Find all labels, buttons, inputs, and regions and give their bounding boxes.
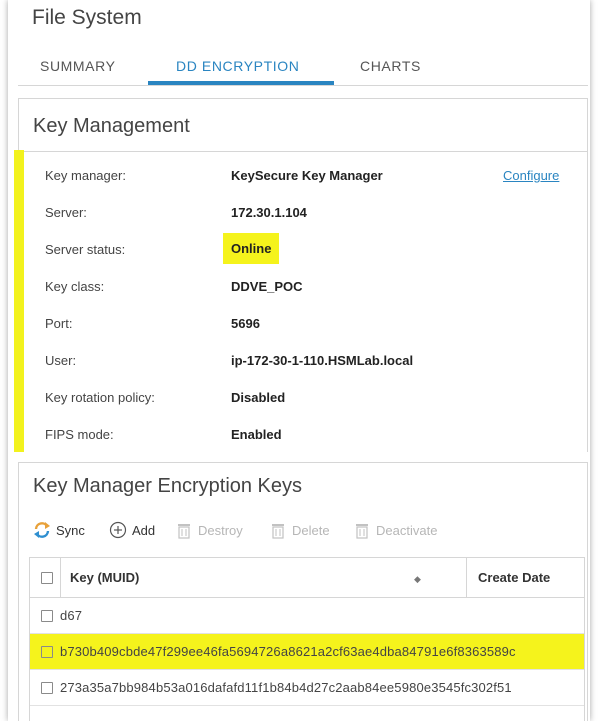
section-divider: [19, 151, 587, 152]
server-label: Server:: [45, 205, 87, 220]
add-button[interactable]: Add: [109, 519, 155, 541]
column-header-key[interactable]: Key (MUID): [70, 570, 139, 585]
deactivate-button[interactable]: Deactivate: [353, 519, 437, 541]
destroy-button[interactable]: Destroy: [175, 519, 243, 541]
active-tab-indicator: [148, 81, 334, 85]
column-header-create-date[interactable]: Create Date: [478, 570, 550, 585]
delete-button[interactable]: Delete: [269, 519, 330, 541]
key-manager-value: KeySecure Key Manager: [231, 168, 383, 183]
key-management-title: Key Management: [33, 115, 190, 137]
port-label: Port:: [45, 316, 73, 331]
user-value: ip-172-30-1-110.HSMLab.local: [231, 353, 414, 368]
add-icon: [109, 521, 127, 539]
key-manager-label: Key manager:: [45, 168, 126, 183]
column-separator: [466, 558, 467, 598]
highlight-marker: [14, 150, 24, 452]
table-row[interactable]: d67: [30, 598, 584, 634]
table-row[interactable]: 273a35a7bb984b53a016dafafd11f1b84b4d27c2…: [30, 670, 584, 706]
key-muid-cell: d67: [60, 608, 83, 623]
kv-row-key-rotation-policy: Key rotation policy: Disabled: [45, 387, 590, 409]
keys-table: Key (MUID) ◆ Create Date d67 b730b409cbd…: [29, 557, 585, 721]
kv-row-server-status: Server status: Online: [45, 233, 590, 264]
fips-mode-label: FIPS mode:: [45, 427, 114, 442]
delete-label: Delete: [292, 522, 330, 538]
tab-dd-encryption[interactable]: DD ENCRYPTION: [176, 58, 299, 74]
kv-row-server: Server: 172.30.1.104: [45, 202, 590, 224]
page-title: File System: [32, 6, 142, 29]
kv-row-port: Port: 5696: [45, 313, 590, 335]
user-label: User:: [45, 353, 77, 368]
trash-icon: [353, 521, 371, 539]
deactivate-label: Deactivate: [376, 522, 438, 538]
key-rotation-policy-value: Disabled: [231, 390, 286, 405]
kv-row-key-class: Key class: DDVE_POC: [45, 276, 590, 298]
port-value: 5696: [231, 316, 260, 331]
column-separator: [60, 558, 61, 598]
key-rotation-policy-label: Key rotation policy:: [45, 390, 155, 405]
key-management-section: Key Management Key manager: KeySecure Ke…: [18, 98, 588, 452]
sync-label: Sync: [56, 522, 85, 538]
configure-link[interactable]: Configure: [503, 168, 559, 183]
key-muid-cell: 273a35a7bb984b53a016dafafd11f1b84b4d27c2…: [60, 680, 512, 695]
row-checkbox[interactable]: [41, 682, 53, 694]
destroy-label: Destroy: [198, 522, 243, 538]
tab-summary[interactable]: SUMMARY: [40, 58, 116, 74]
server-value: 172.30.1.104: [231, 205, 307, 220]
sync-icon: [33, 521, 51, 539]
server-status-value: Online: [223, 233, 280, 264]
sort-icon[interactable]: ◆: [414, 574, 421, 585]
add-label: Add: [132, 522, 156, 538]
key-class-value: DDVE_POC: [231, 279, 303, 294]
kv-row-user: User: ip-172-30-1-110.HSMLab.local: [45, 350, 590, 372]
table-row-highlighted[interactable]: b730b409cbde47f299ee46fa5694726a8621a2cf…: [30, 634, 584, 670]
file-system-panel: File System SUMMARY DD ENCRYPTION CHARTS…: [8, 0, 590, 721]
kv-row-key-manager: Key manager: KeySecure Key Manager Confi…: [45, 165, 590, 187]
row-checkbox[interactable]: [41, 610, 53, 622]
select-all-checkbox[interactable]: [41, 572, 53, 584]
tab-charts[interactable]: CHARTS: [360, 58, 421, 74]
key-muid-cell: b730b409cbde47f299ee46fa5694726a8621a2cf…: [60, 644, 516, 659]
trash-icon: [175, 521, 193, 539]
fips-mode-value: Enabled: [231, 427, 282, 442]
encryption-keys-section: Key Manager Encryption Keys Sync Add Des…: [18, 462, 588, 721]
table-header: Key (MUID) ◆ Create Date: [30, 558, 584, 598]
kv-row-fips-mode: FIPS mode: Enabled: [45, 424, 590, 446]
row-checkbox[interactable]: [41, 646, 53, 658]
tab-bar: SUMMARY DD ENCRYPTION CHARTS: [18, 48, 588, 86]
sync-button[interactable]: Sync: [33, 519, 85, 541]
encryption-keys-title: Key Manager Encryption Keys: [33, 475, 303, 497]
trash-icon: [269, 521, 287, 539]
key-class-label: Key class:: [45, 279, 105, 294]
server-status-label: Server status:: [45, 242, 126, 257]
